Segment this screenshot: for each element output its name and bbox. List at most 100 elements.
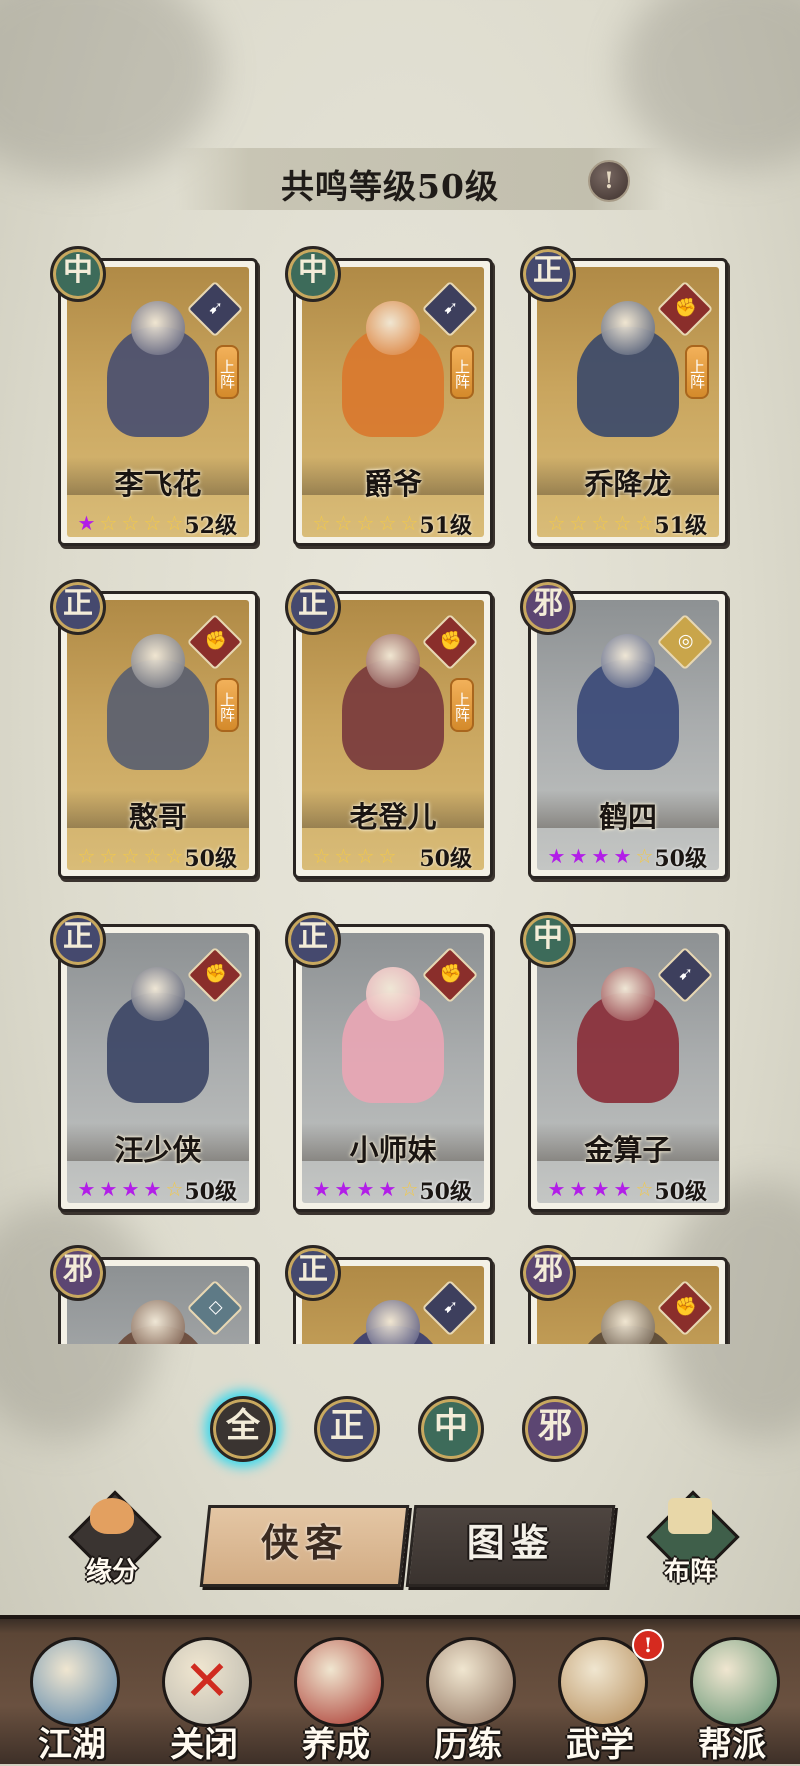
- hero-card[interactable]: ◇ 邪: [50, 1245, 258, 1344]
- faction-badge: 邪: [520, 1245, 576, 1301]
- hero-level: 51级: [419, 513, 472, 537]
- faction-badge: 邪: [50, 1245, 106, 1301]
- star-filled-icon: ★: [77, 511, 96, 535]
- faction-badge: 正: [50, 912, 106, 968]
- hero-card-grid[interactable]: 李飞花 ★ ☆ ☆ ☆ ☆ 52级 上阵 ➹ 中爵爷 ☆ ☆ ☆ ☆ ☆ 51级 上阵 ➹ 中乔降龙 ☆ ☆ ☆ ☆ ☆ 51级…: [50, 246, 750, 1344]
- nav-item[interactable]: 帮派: [668, 1627, 796, 1765]
- card-portrait-area: 汪少侠 ★ ★ ★ ★ ☆ 50级 ✊: [67, 933, 249, 1203]
- star-filled-icon: ★: [591, 844, 610, 868]
- deployed-tag: 上阵: [450, 678, 474, 732]
- tab-hero[interactable]: 侠客: [199, 1505, 410, 1587]
- hero-card[interactable]: 汪少侠 ★ ★ ★ ★ ☆ 50级 ✊ 正: [50, 912, 258, 1216]
- nav-label: 武学: [566, 1725, 634, 1765]
- faction-badge: 正: [285, 579, 341, 635]
- hero-level: 51级: [654, 513, 707, 537]
- fate-button[interactable]: 缘分: [62, 1488, 162, 1588]
- star-rating: ☆ ☆ ☆ ☆ ☆: [75, 844, 185, 868]
- shield-weapon-icon: ◇: [186, 1279, 244, 1337]
- hero-card[interactable]: 老登儿 ☆ ☆ ☆ ☆ 50级 上阵 ✊ 正: [285, 579, 493, 883]
- hero-card[interactable]: ✊ 邪: [520, 1245, 728, 1344]
- faction-filter-bar: 全正中邪: [210, 1396, 590, 1462]
- star-filled-icon: ★: [356, 1177, 375, 1201]
- star-filled-icon: ★: [143, 1177, 162, 1201]
- card-portrait-area: 老登儿 ☆ ☆ ☆ ☆ 50级 上阵 ✊: [302, 600, 484, 870]
- star-empty-icon: ☆: [143, 844, 162, 868]
- formation-button[interactable]: 布阵: [640, 1488, 740, 1588]
- hero-card[interactable]: ➹ 正: [285, 1245, 493, 1344]
- star-rating: ☆ ☆ ☆ ☆ ☆: [545, 511, 655, 535]
- fist-weapon-icon: ✊: [656, 280, 714, 338]
- fist-weapon-icon: ✊: [186, 613, 244, 671]
- card-portrait-area: 爵爷 ☆ ☆ ☆ ☆ ☆ 51级 上阵 ➹: [302, 267, 484, 537]
- star-empty-icon: ☆: [165, 511, 184, 535]
- emblem-icon: [690, 1637, 780, 1727]
- card-frame: 憨哥 ☆ ☆ ☆ ☆ ☆ 50级 上阵 ✊: [58, 591, 258, 879]
- card-portrait-area: 金算子 ★ ★ ★ ★ ☆ 50级 ➹: [537, 933, 719, 1203]
- star-rating: ★ ★ ★ ★ ☆: [545, 844, 655, 868]
- filter-zhong[interactable]: 中: [418, 1396, 484, 1462]
- hero-name: 小师妹: [349, 1133, 437, 1167]
- exclamation-icon[interactable]: !: [588, 160, 630, 202]
- fist-weapon-icon: ✊: [656, 1279, 714, 1337]
- faction-badge: 中: [520, 912, 576, 968]
- hero-card[interactable]: 小师妹 ★ ★ ★ ★ ☆ 50级 ✊ 正: [285, 912, 493, 1216]
- hero-portrait-head: [131, 967, 185, 1021]
- nav-item[interactable]: 养成: [272, 1627, 400, 1765]
- hero-name: 老登儿: [349, 800, 437, 834]
- star-filled-icon: ★: [569, 844, 588, 868]
- hero-portrait-head: [601, 967, 655, 1021]
- deployed-tag: 上阵: [215, 678, 239, 732]
- nav-item[interactable]: ✕ 关闭: [140, 1627, 268, 1765]
- filter-xie[interactable]: 邪: [522, 1396, 588, 1462]
- hero-level: 50级: [184, 846, 237, 870]
- hero-card[interactable]: 金算子 ★ ★ ★ ★ ☆ 50级 ➹ 中: [520, 912, 728, 1216]
- star-empty-icon: ☆: [334, 844, 353, 868]
- faction-badge: 中: [285, 246, 341, 302]
- hero-card[interactable]: 爵爷 ☆ ☆ ☆ ☆ ☆ 51级 上阵 ➹ 中: [285, 246, 493, 550]
- star-empty-icon: ☆: [569, 511, 588, 535]
- faction-badge: 中: [50, 246, 106, 302]
- deployed-tag: 上阵: [215, 345, 239, 399]
- tab-catalog-label: 图鉴: [466, 1520, 555, 1565]
- star-empty-icon: ☆: [77, 844, 96, 868]
- nav-label: 养成: [302, 1725, 370, 1765]
- star-empty-icon: ☆: [400, 1177, 419, 1201]
- star-empty-icon: ☆: [121, 844, 140, 868]
- hero-portrait-head: [131, 301, 185, 355]
- nav-item[interactable]: 历练: [404, 1627, 532, 1765]
- fate-label: 缘分: [85, 1557, 138, 1587]
- tab-catalog[interactable]: 图鉴: [405, 1505, 616, 1587]
- hero-portrait-head: [601, 301, 655, 355]
- hero-portrait-head: [366, 634, 420, 688]
- hero-portrait-head: [366, 1300, 420, 1344]
- hero-name: 鹤四: [598, 800, 657, 834]
- star-rating: ★ ★ ★ ★ ☆: [545, 1177, 655, 1201]
- filter-zheng[interactable]: 正: [314, 1396, 380, 1462]
- card-portrait-area: 憨哥 ☆ ☆ ☆ ☆ ☆ 50级 上阵 ✊: [67, 600, 249, 870]
- star-rating: ★ ★ ★ ★ ☆: [310, 1177, 420, 1201]
- star-empty-icon: ☆: [547, 511, 566, 535]
- faction-badge: 正: [50, 579, 106, 635]
- star-empty-icon: ☆: [378, 844, 397, 868]
- tab-hero-label: 侠客: [260, 1520, 349, 1565]
- hero-card[interactable]: 鹤四 ★ ★ ★ ★ ☆ 50级 ◎ 邪: [520, 579, 728, 883]
- hero-portrait-head: [366, 967, 420, 1021]
- nav-item[interactable]: 武学!: [536, 1627, 664, 1765]
- star-empty-icon: ☆: [99, 844, 118, 868]
- star-filled-icon: ★: [569, 1177, 588, 1201]
- filter-all[interactable]: 全: [210, 1396, 276, 1462]
- hero-card[interactable]: 乔降龙 ☆ ☆ ☆ ☆ ☆ 51级 上阵 ✊ 正: [520, 246, 728, 550]
- hero-card[interactable]: 李飞花 ★ ☆ ☆ ☆ ☆ 52级 上阵 ➹ 中: [50, 246, 258, 550]
- star-filled-icon: ★: [547, 844, 566, 868]
- star-empty-icon: ☆: [613, 511, 632, 535]
- fist-weapon-icon: ✊: [186, 946, 244, 1004]
- card-frame: 乔降龙 ☆ ☆ ☆ ☆ ☆ 51级 上阵 ✊: [528, 258, 728, 546]
- nav-item[interactable]: 江湖: [8, 1627, 136, 1765]
- hero-card[interactable]: 憨哥 ☆ ☆ ☆ ☆ ☆ 50级 上阵 ✊ 正: [50, 579, 258, 883]
- bottom-nav: 江湖 ✕ 关闭 养成 历练 武学! 帮派: [0, 1615, 800, 1765]
- star-empty-icon: ☆: [165, 844, 184, 868]
- star-empty-icon: ☆: [356, 511, 375, 535]
- faction-badge: 正: [520, 246, 576, 302]
- hero-portrait-head: [131, 634, 185, 688]
- star-empty-icon: ☆: [635, 1177, 654, 1201]
